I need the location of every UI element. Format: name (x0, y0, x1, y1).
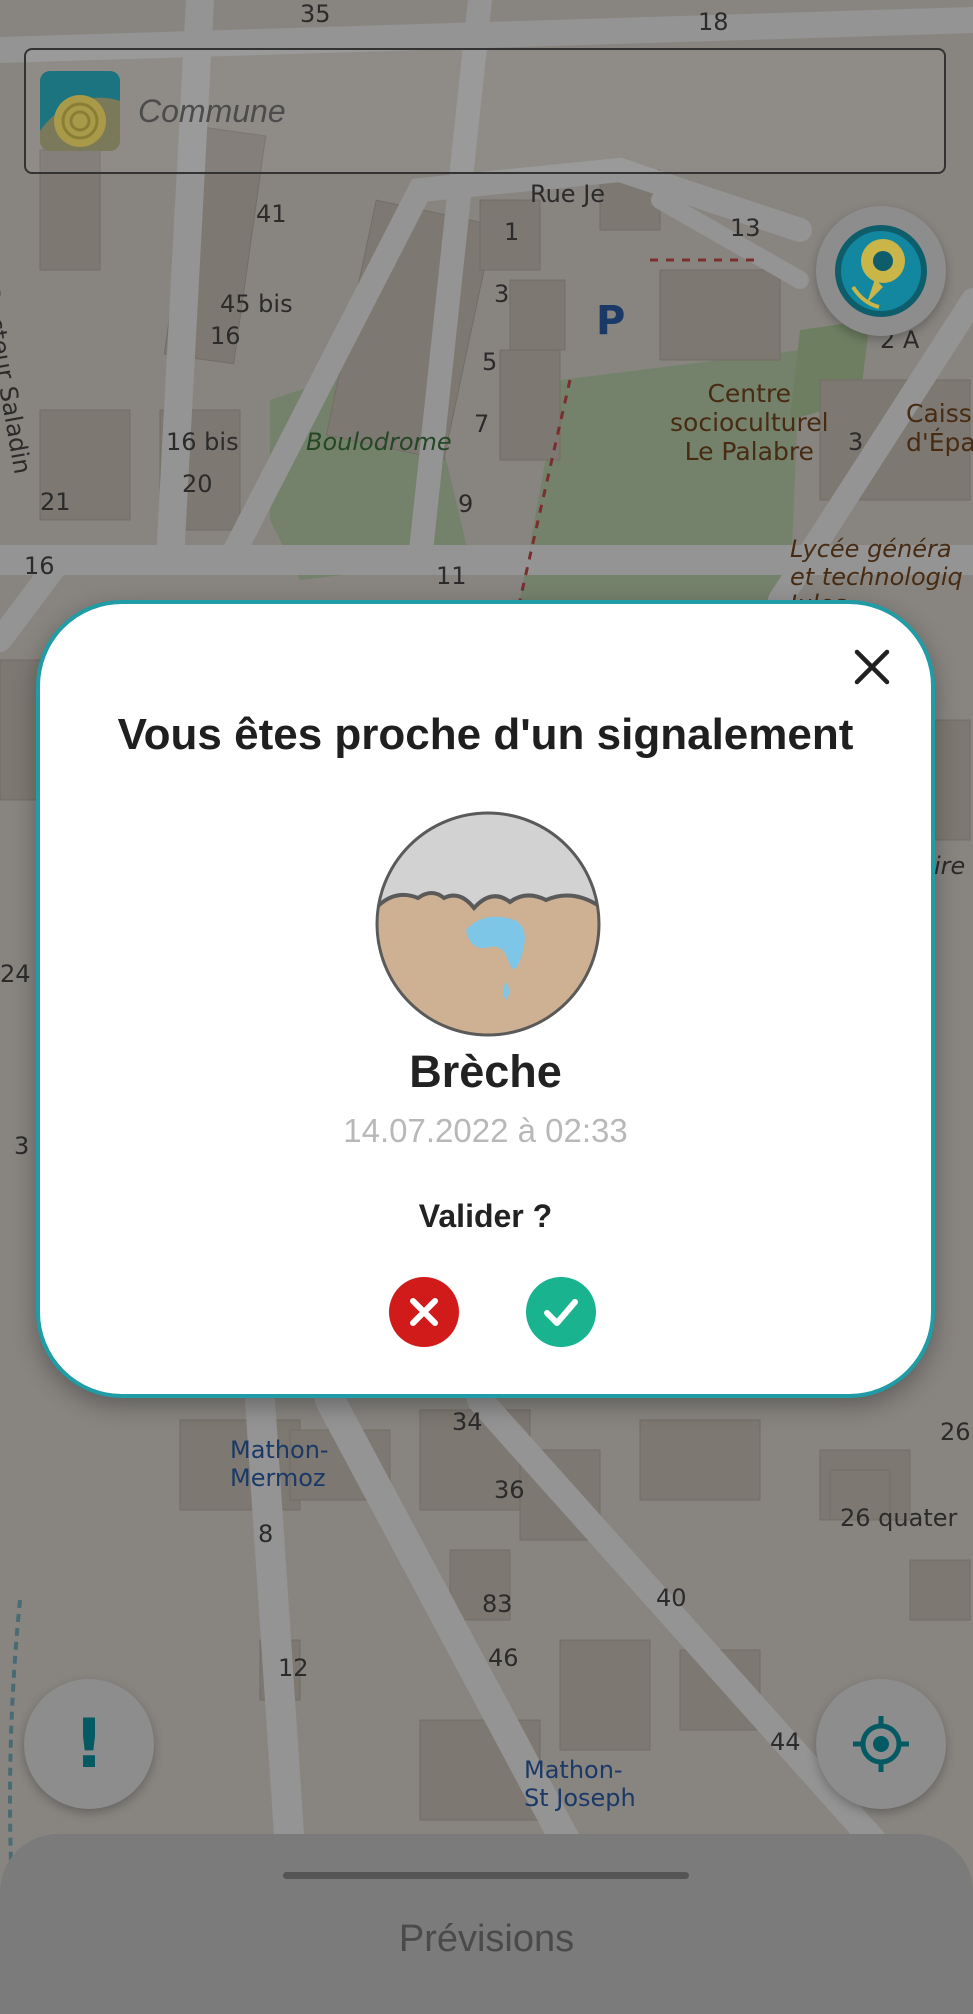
reject-button[interactable] (389, 1277, 459, 1347)
nearby-report-dialog: Vous êtes proche d'un signalement Brèche… (36, 600, 935, 1398)
close-button[interactable] (847, 642, 897, 692)
confirm-question: Valider ? (418, 1198, 553, 1234)
reject-icon (410, 1298, 438, 1326)
location-pin-icon (835, 225, 927, 317)
close-icon (854, 649, 890, 685)
dialog-title: Vous êtes proche d'un signalement (117, 710, 854, 759)
sheet-drag-handle[interactable] (283, 1872, 689, 1879)
new-report-button[interactable]: ! (24, 1679, 154, 1809)
report-location-button[interactable] (816, 206, 946, 336)
commune-search-bar[interactable]: Commune (24, 48, 946, 174)
app-logo (40, 71, 120, 151)
crosshair-icon (853, 1716, 909, 1772)
forecast-bottom-sheet[interactable]: Prévisions (0, 1834, 973, 2014)
exclamation-icon: ! (73, 1704, 105, 1784)
search-placeholder: Commune (138, 92, 286, 129)
incident-name: Brèche (409, 1046, 562, 1097)
accept-icon (544, 1299, 578, 1326)
breach-icon (374, 810, 602, 1038)
sheet-title: Prévisions (398, 1918, 575, 1960)
my-location-button[interactable] (816, 1679, 946, 1809)
incident-date: 14.07.2022 à 02:33 (343, 1112, 628, 1149)
accept-button[interactable] (526, 1277, 596, 1347)
